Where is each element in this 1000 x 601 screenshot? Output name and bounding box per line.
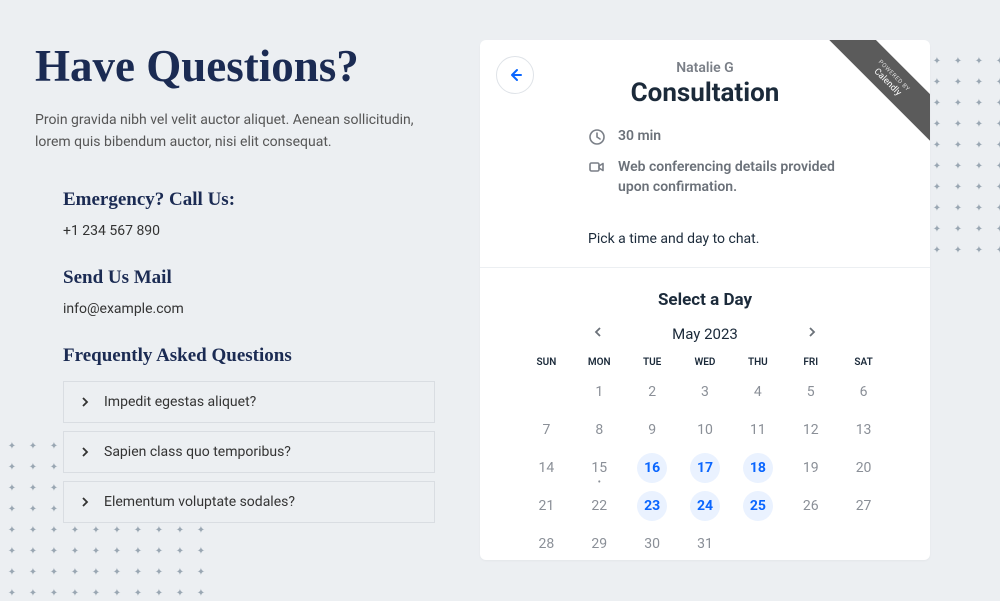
calendar-day: 19 [784,452,837,484]
event-location: Web conferencing details provided upon c… [618,158,838,197]
faq-item[interactable]: Sapien class quo temporibus? [63,431,435,473]
calendar-day: 4 [731,376,784,408]
next-month-button[interactable] [800,320,824,347]
calendar-day: 3 [679,376,732,408]
select-day-heading: Select a Day [480,268,930,320]
calendar-day: 26 [784,490,837,522]
calendar-day: 9 [626,414,679,446]
faq-question: Elementum voluptate sodales? [104,494,295,510]
calendar-day-available[interactable]: 24 [679,490,732,522]
arrow-left-icon [506,66,524,84]
event-description: Pick a time and day to chat. [480,231,930,267]
faq-list: Impedit egestas aliquet? Sapien class qu… [63,381,435,523]
calendar-day: 15 [573,452,626,484]
calendar-day: 28 [520,528,573,560]
calendar-day: 27 [837,490,890,522]
page-lead: Proin gravida nibh vel velit auctor aliq… [35,110,435,153]
ribbon-small: POWERED BY [831,40,930,139]
calendar-day: 14 [520,452,573,484]
chevron-right-icon [806,326,818,338]
calendar-day-available[interactable]: 25 [731,490,784,522]
emergency-heading: Emergency? Call Us: [63,189,435,211]
calendar-day: 7 [520,414,573,446]
calendar-day-available[interactable]: 17 [679,452,732,484]
prev-month-button[interactable] [586,320,610,347]
calendar-day: 2 [626,376,679,408]
mail-heading: Send Us Mail [63,267,435,289]
faq-question: Sapien class quo temporibus? [104,444,291,460]
chevron-right-icon [80,497,90,507]
calendar-day: 10 [679,414,732,446]
calendar-day-available[interactable]: 23 [626,490,679,522]
calendar-day-available[interactable]: 16 [626,452,679,484]
video-icon [588,158,606,176]
month-label: May 2023 [660,325,750,343]
powered-by-ribbon[interactable]: POWERED BY Calendly [810,40,930,160]
chevron-right-icon [80,447,90,457]
calendar-day: 20 [837,452,890,484]
calendar-day: 1 [573,376,626,408]
page-title: Have Questions? [35,40,435,92]
calendar-day: 30 [626,528,679,560]
calendar-day: 22 [573,490,626,522]
calendar-day: 6 [837,376,890,408]
calendar-grid: 1234567891011121314151617181920212223242… [520,376,890,560]
calendar-day-available[interactable]: 18 [731,452,784,484]
back-button[interactable] [496,56,534,94]
calendar-day: 31 [679,528,732,560]
booking-card: POWERED BY Calendly Natalie G Consultati… [480,40,930,560]
chevron-left-icon [592,326,604,338]
calendar-day: 5 [784,376,837,408]
calendar-day: 11 [731,414,784,446]
faq-heading: Frequently Asked Questions [63,345,435,367]
faq-question: Impedit egestas aliquet? [104,394,256,410]
calendar-day: 13 [837,414,890,446]
email-address[interactable]: info@example.com [63,301,435,317]
day-of-week-header: SUNMONTUEWEDTHUFRISAT [520,357,890,368]
clock-icon [588,128,606,146]
faq-item[interactable]: Impedit egestas aliquet? [63,381,435,423]
calendar-day: 21 [520,490,573,522]
event-duration: 30 min [618,128,661,144]
faq-item[interactable]: Elementum voluptate sodales? [63,481,435,523]
calendar-day: 29 [573,528,626,560]
phone-number[interactable]: +1 234 567 890 [63,223,435,239]
calendar-day: 8 [573,414,626,446]
calendar-day: 12 [784,414,837,446]
chevron-right-icon [80,397,90,407]
